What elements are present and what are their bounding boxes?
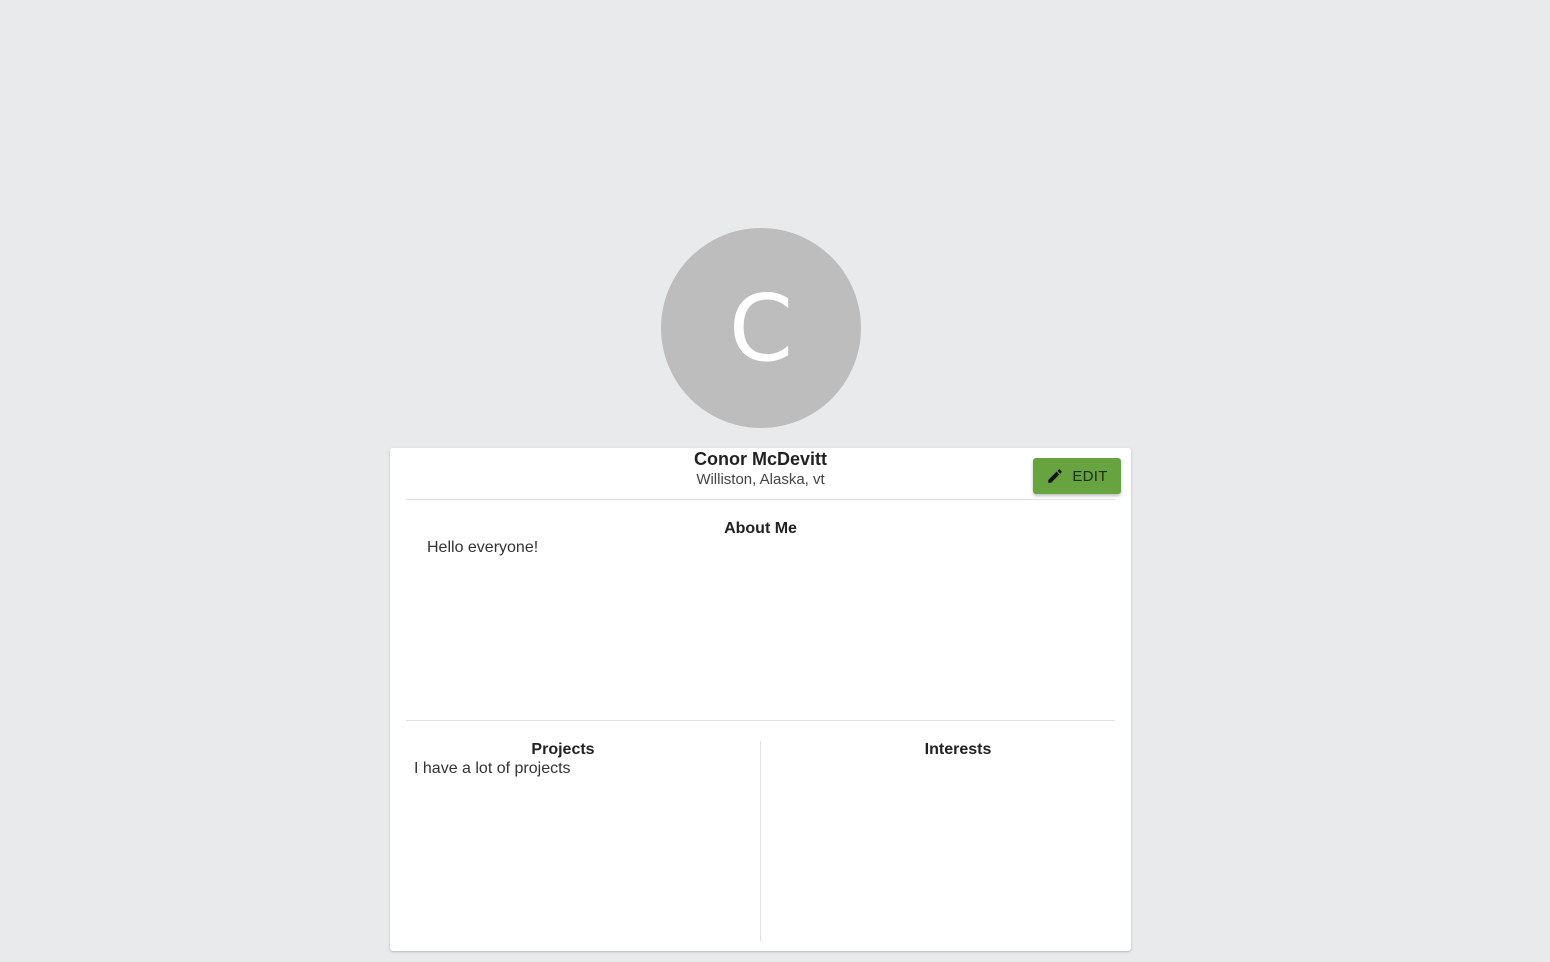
- section-divider: [406, 720, 1115, 721]
- pencil-icon: [1048, 469, 1063, 483]
- avatar: C: [661, 228, 861, 428]
- interests-title: Interests: [924, 741, 992, 758]
- header-divider: [406, 499, 1115, 500]
- edit-button[interactable]: EDIT: [1033, 458, 1121, 494]
- profile-card: Conor McDevitt Williston, Alaska, vt EDI…: [390, 448, 1131, 951]
- avatar-letter: C: [728, 275, 794, 382]
- projects-text: I have a lot of projects: [414, 760, 571, 777]
- projects-title: Projects: [531, 741, 595, 758]
- column-divider: [760, 741, 761, 941]
- about-title: About Me: [724, 520, 797, 537]
- profile-location: Williston, Alaska, vt: [696, 471, 825, 488]
- profile-name: Conor McDevitt: [693, 449, 827, 469]
- edit-button-label: EDIT: [1072, 467, 1108, 485]
- about-text: Hello everyone!: [427, 539, 539, 556]
